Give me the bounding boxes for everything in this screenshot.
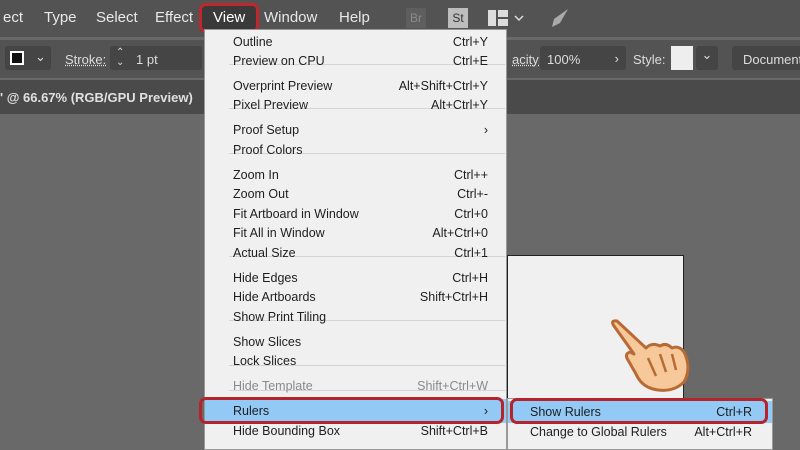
- document-setup-button[interactable]: Document: [732, 46, 800, 70]
- menu-item-label: Hide Edges: [233, 271, 298, 285]
- menu-item-shortcut: Shift+Ctrl+H: [419, 290, 488, 304]
- menu-item-hide-bounding-box[interactable]: Hide Bounding Box Shift+Ctrl+B: [205, 422, 506, 441]
- menu-item-shortcut: Alt+Ctrl+R: [694, 425, 752, 439]
- menu-item-label: Actual Size: [233, 246, 296, 260]
- opacity-value: 100%: [547, 52, 581, 67]
- menu-item-shortcut: Ctrl+0: [454, 207, 488, 221]
- menu-item-shortcut: Ctrl+Y: [452, 35, 488, 49]
- menu-item-label: Preview on CPU: [233, 54, 325, 68]
- menu-item-hide-edges[interactable]: Hide Edges Ctrl+H: [205, 269, 506, 288]
- stroke-weight-input[interactable]: ⌃ ⌄ 1 pt: [110, 46, 202, 70]
- menu-item-label: Fit Artboard in Window: [233, 207, 359, 221]
- menu-select[interactable]: Select: [96, 9, 138, 26]
- menu-item-label: Lock Slices: [233, 354, 297, 368]
- submenu-item-change-to-global-rulers[interactable]: Change to Global Rulers Alt+Ctrl+R: [508, 423, 772, 442]
- menu-item-shortcut: Alt+Ctrl+Y: [431, 98, 488, 112]
- menu-item-zoom-in[interactable]: Zoom In Ctrl++: [205, 166, 506, 185]
- menu-item-label: Outline: [233, 35, 273, 49]
- menu-item-lock-slices[interactable]: Lock Slices: [205, 352, 506, 371]
- stroke-value: 1 pt: [136, 52, 158, 67]
- show-rulers-highlight-ring: [510, 398, 768, 424]
- menu-item-actual-size[interactable]: Actual Size Ctrl+1: [205, 244, 506, 263]
- menu-item-shortcut: Ctrl++: [453, 168, 488, 182]
- document-tab-title: ' @ 66.67% (RGB/GPU Preview): [0, 90, 193, 105]
- menu-item-shortcut: ›: [483, 123, 488, 137]
- menu-item-label: Change to Global Rulers: [530, 425, 667, 439]
- menu-item-proof-setup[interactable]: Proof Setup ›: [205, 121, 506, 140]
- menu-item-label: Proof Setup: [233, 123, 300, 137]
- menu-item-label: Zoom In: [233, 168, 279, 182]
- style-swatch[interactable]: [671, 46, 693, 70]
- menu-item-outline[interactable]: Outline Ctrl+Y: [205, 33, 506, 52]
- menu-item-label: Hide Template: [233, 379, 313, 393]
- menu-item-shortcut: Alt+Shift+Ctrl+Y: [398, 79, 488, 93]
- stroke-label[interactable]: Stroke:: [65, 52, 106, 67]
- menu-type[interactable]: Type: [44, 9, 77, 26]
- menu-effect[interactable]: Effect: [155, 9, 193, 26]
- menu-item-label: Hide Artboards: [233, 290, 316, 304]
- menu-item-shortcut: Ctrl+-: [457, 187, 488, 201]
- menu-item-shortcut: Shift+Ctrl+B: [420, 424, 488, 438]
- menu-item-label: Show Print Tiling: [233, 310, 327, 324]
- menu-item-hide-template[interactable]: Hide Template Shift+Ctrl+W: [205, 377, 506, 396]
- menu-item-overprint-preview[interactable]: Overprint Preview Alt+Shift+Ctrl+Y: [205, 77, 506, 96]
- menu-item-hide-artboards[interactable]: Hide Artboards Shift+Ctrl+H: [205, 288, 506, 307]
- menu-item-show-slices[interactable]: Show Slices: [205, 333, 506, 352]
- menu-item-shortcut: Shift+Ctrl+W: [417, 379, 488, 393]
- menu-item-label: Fit All in Window: [233, 226, 325, 240]
- pointing-hand-icon: [611, 319, 690, 392]
- menu-item-label: Proof Colors: [233, 143, 303, 157]
- menu-item-label: Show Slices: [233, 335, 302, 349]
- menu-item-proof-colors[interactable]: Proof Colors: [205, 141, 506, 160]
- gpu-performance-icon[interactable]: [548, 7, 570, 29]
- menu-item-shortcut: Alt+Ctrl+0: [432, 226, 488, 240]
- menu-view[interactable]: View: [213, 9, 245, 26]
- menu-item-fit-artboard-in-window[interactable]: Fit Artboard in Window Ctrl+0: [205, 205, 506, 224]
- menu-item-label: Zoom Out: [233, 187, 289, 201]
- menu-item-fit-all-in-window[interactable]: Fit All in Window Alt+Ctrl+0: [205, 224, 506, 243]
- rulers-highlight-ring: [199, 397, 504, 424]
- bridge-icon[interactable]: Br: [406, 8, 426, 28]
- menu-item-shortcut: Ctrl+E: [452, 54, 488, 68]
- menu-item-label: Pixel Preview: [233, 98, 309, 112]
- style-dropdown[interactable]: ⌄: [696, 46, 718, 70]
- menu-item-shortcut: Ctrl+1: [454, 246, 488, 260]
- menu-help[interactable]: Help: [339, 9, 370, 26]
- menu-item-label: Overprint Preview: [233, 79, 333, 93]
- workspace-layout-icon[interactable]: [488, 10, 528, 26]
- menu-item-shortcut: Ctrl+H: [452, 271, 488, 285]
- stroke-color-swatch[interactable]: ⌄: [5, 46, 51, 70]
- menu-item-preview-on-cpu[interactable]: Preview on CPU Ctrl+E: [205, 52, 506, 71]
- style-label: Style:: [633, 52, 666, 67]
- menu-item-label: Hide Bounding Box: [233, 424, 341, 438]
- view-menu: Outline Ctrl+Y Preview on CPU Ctrl+E Overpri…: [204, 29, 507, 450]
- menu-window[interactable]: Window: [264, 9, 317, 26]
- menu-object[interactable]: ect: [3, 9, 23, 26]
- menu-item-pixel-preview[interactable]: Pixel Preview Alt+Ctrl+Y: [205, 96, 506, 115]
- opacity-input[interactable]: 100% ›: [540, 46, 626, 70]
- menu-item-show-print-tiling[interactable]: Show Print Tiling: [205, 308, 506, 327]
- stock-icon[interactable]: St: [448, 8, 468, 28]
- menu-item-zoom-out[interactable]: Zoom Out Ctrl+-: [205, 185, 506, 204]
- opacity-label[interactable]: acity:: [512, 52, 542, 67]
